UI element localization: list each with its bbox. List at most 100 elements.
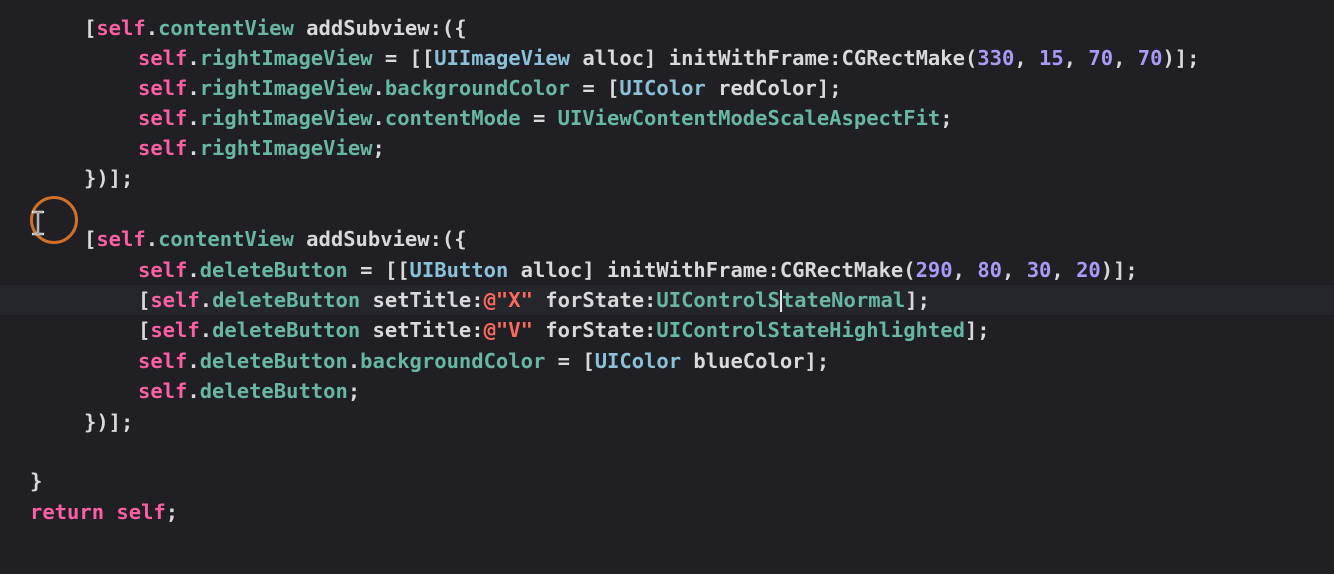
code-token: self <box>138 106 188 130</box>
code-token: ; <box>940 106 953 130</box>
code-text: [self.deleteButton setTitle:@"X" forStat… <box>138 285 930 315</box>
code-token: deleteButton <box>199 258 348 282</box>
code-token: UIButton <box>409 258 509 282</box>
code-token: 15 <box>1039 46 1064 70</box>
code-text: return self; <box>30 497 178 527</box>
code-token: rightImageView <box>199 106 373 130</box>
code-token: ( <box>903 258 916 282</box>
code-editor[interactable]: [self.contentView addSubview:({self.righ… <box>0 0 1334 574</box>
code-token: , <box>1014 46 1040 70</box>
code-text: self.rightImageView; <box>138 133 385 163</box>
code-line[interactable]: self.rightImageView = [[UIImageView allo… <box>0 43 1334 73</box>
code-token: alloc] initWithFrame: <box>570 46 842 70</box>
code-token: UIColor <box>619 76 706 100</box>
code-token: self <box>96 16 146 40</box>
code-token: self <box>138 349 188 373</box>
code-token: rightImageView <box>199 136 373 160</box>
code-token: tateNormal <box>781 288 906 312</box>
code-token: ; <box>165 500 179 524</box>
code-line[interactable]: return self; <box>0 497 1334 527</box>
code-token: . <box>145 227 159 251</box>
code-token: ( <box>964 46 978 70</box>
code-line[interactable]: [self.deleteButton setTitle:@"X" forStat… <box>0 285 1334 315</box>
code-token: UIColor <box>594 349 682 373</box>
code-token: , <box>952 258 978 282</box>
code-token: = [ <box>570 76 620 100</box>
code-token: rightImageView <box>199 76 373 100</box>
code-token: UIImageView <box>434 46 570 70</box>
code-text: [self.deleteButton setTitle:@"V" forStat… <box>138 315 990 345</box>
code-token: UIViewContentModeScaleAspectFit <box>557 106 941 130</box>
code-token: blueColor]; <box>681 349 830 373</box>
code-token: = [ <box>545 349 595 373</box>
code-token: 70 <box>1088 46 1114 70</box>
code-token: setTitle: <box>360 318 484 342</box>
code-token: . <box>199 318 213 342</box>
code-token: return <box>30 500 105 524</box>
code-token: 30 <box>1026 258 1052 282</box>
code-token: })]; <box>84 410 134 434</box>
code-token: self <box>150 288 200 312</box>
code-token: ]; <box>964 318 990 342</box>
code-line[interactable]: })]; <box>0 407 1334 437</box>
code-token: [ <box>138 318 151 342</box>
code-token: self <box>150 318 200 342</box>
code-token: CGRectMake <box>841 46 965 70</box>
code-text: self.deleteButton.backgroundColor = [UIC… <box>138 346 829 376</box>
code-token: deleteButton <box>199 379 348 403</box>
code-token: . <box>145 16 159 40</box>
code-token: UIControlStateHighlighted <box>656 318 965 342</box>
code-token: UIControlS <box>656 288 780 312</box>
code-text: } <box>30 466 42 496</box>
code-token: self <box>138 379 188 403</box>
code-token: forState: <box>532 318 657 342</box>
code-token: deleteButton <box>212 318 361 342</box>
code-text: })]; <box>84 163 133 193</box>
code-text: self.rightImageView = [[UIImageView allo… <box>138 43 1199 73</box>
code-line[interactable]: self.rightImageView.contentMode = UIView… <box>0 103 1334 133</box>
code-token: backgroundColor <box>360 349 546 373</box>
code-token: )]; <box>1100 258 1138 282</box>
code-line[interactable]: [self.deleteButton setTitle:@"V" forStat… <box>0 315 1334 345</box>
code-token: self <box>96 227 146 251</box>
code-token: = [[ <box>372 46 435 70</box>
code-token: . <box>372 106 385 130</box>
code-line[interactable]: self.rightImageView.backgroundColor = [U… <box>0 73 1334 103</box>
code-token: , <box>1051 258 1077 282</box>
code-line[interactable]: [self.contentView addSubview:({ <box>0 224 1334 254</box>
code-token: contentView <box>158 16 294 40</box>
code-text: self.deleteButton = [[UIButton alloc] in… <box>138 255 1138 285</box>
code-line[interactable]: } <box>0 466 1334 496</box>
code-token: CGRectMake <box>779 258 904 282</box>
code-token: . <box>372 76 385 100</box>
code-token: . <box>347 349 361 373</box>
code-token: . <box>187 46 200 70</box>
code-token: = [[ <box>347 258 410 282</box>
code-token: , <box>1063 46 1089 70</box>
code-line[interactable]: [self.contentView addSubview:({ <box>0 13 1334 43</box>
code-token: @"V" <box>483 318 533 342</box>
code-text: [self.contentView addSubview:({ <box>84 224 467 254</box>
code-token: deleteButton <box>199 349 348 373</box>
code-token: . <box>187 76 200 100</box>
code-text: self.rightImageView.contentMode = UIView… <box>138 103 953 133</box>
code-token: deleteButton <box>212 288 361 312</box>
code-token: self <box>138 76 188 100</box>
code-token: rightImageView <box>199 46 373 70</box>
code-line[interactable]: self.deleteButton; <box>0 376 1334 406</box>
code-line[interactable]: })]; <box>0 163 1334 193</box>
code-token: [ <box>84 16 97 40</box>
code-token: . <box>187 258 200 282</box>
code-token: })]; <box>84 166 134 190</box>
code-token: addSubview:({ <box>293 16 467 40</box>
code-token: . <box>187 106 200 130</box>
code-token: 330 <box>977 46 1015 70</box>
code-text: self.rightImageView.backgroundColor = [U… <box>138 73 842 103</box>
code-line[interactable]: self.deleteButton = [[UIButton alloc] in… <box>0 255 1334 285</box>
code-token: self <box>138 46 188 70</box>
code-token: backgroundColor <box>384 76 570 100</box>
code-token: ; <box>347 379 361 403</box>
code-line[interactable]: self.deleteButton.backgroundColor = [UIC… <box>0 346 1334 376</box>
code-line[interactable]: self.rightImageView; <box>0 133 1334 163</box>
